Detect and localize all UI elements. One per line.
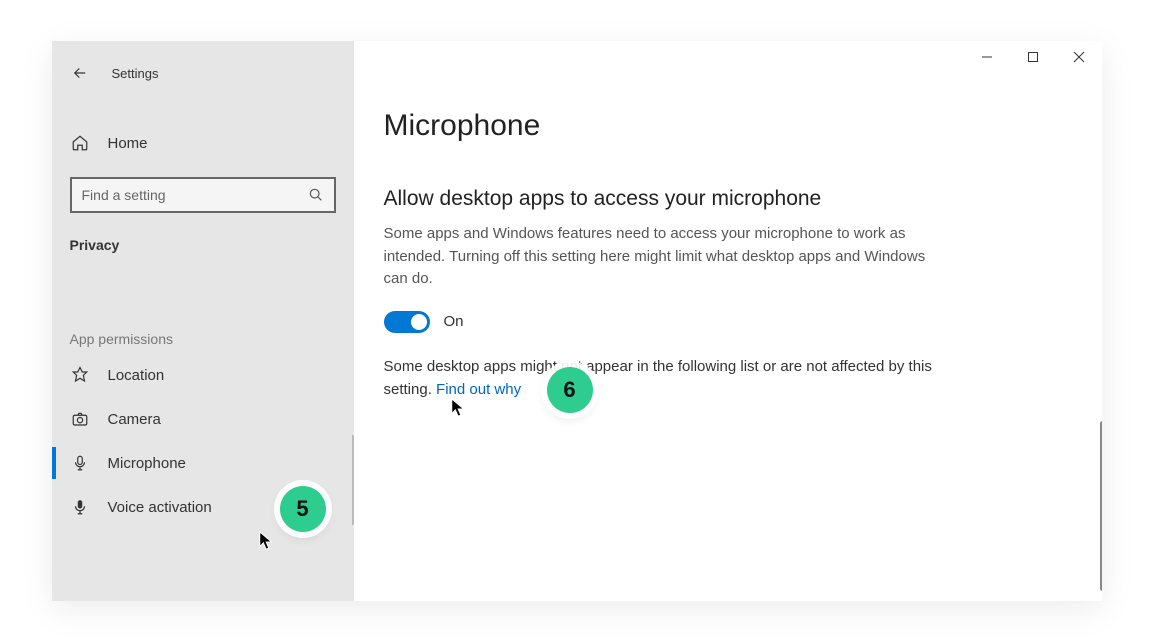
search-icon [308, 187, 324, 203]
annotation-badge-6: 6 [547, 367, 593, 413]
annotation-badge-5: 5 [280, 486, 326, 532]
home-icon [70, 133, 90, 153]
app-permissions-label: App permissions [52, 323, 354, 353]
settings-window: Settings Home Privacy App permissions [52, 41, 1102, 601]
find-out-why-link[interactable]: Find out why [436, 381, 521, 398]
main-content: Microphone Allow desktop apps to access … [354, 41, 1102, 601]
content-scrollbar[interactable] [1100, 421, 1102, 591]
camera-icon [70, 409, 90, 429]
page-title: Microphone [384, 109, 1072, 143]
search-input[interactable] [70, 177, 336, 213]
search-wrap [52, 163, 354, 229]
privacy-section-label: Privacy [52, 229, 354, 265]
maximize-button[interactable] [1010, 41, 1056, 73]
close-button[interactable] [1056, 41, 1102, 73]
location-icon [70, 365, 90, 385]
minimize-button[interactable] [964, 41, 1010, 73]
toggle-label: On [444, 313, 464, 330]
sidebar-header: Settings [52, 53, 354, 99]
voice-activation-icon [70, 497, 90, 517]
desktop-apps-mic-toggle[interactable] [384, 311, 430, 333]
sidebar-item-location[interactable]: Location [52, 353, 354, 397]
sidebar-item-camera[interactable]: Camera [52, 397, 354, 441]
window-controls [964, 41, 1102, 73]
sidebar-home[interactable]: Home [52, 123, 354, 163]
window-title: Settings [112, 66, 159, 81]
search-field[interactable] [82, 187, 308, 203]
section-heading: Allow desktop apps to access your microp… [384, 187, 1072, 211]
toggle-row: On [384, 311, 1072, 333]
section-description: Some apps and Windows features need to a… [384, 223, 944, 291]
sidebar-item-label: Microphone [108, 455, 186, 472]
sidebar-item-label: Location [108, 367, 165, 384]
sidebar-item-label: Voice activation [108, 499, 212, 516]
sidebar-item-microphone[interactable]: Microphone [52, 441, 354, 485]
home-label: Home [108, 135, 148, 152]
back-arrow-icon[interactable] [70, 63, 90, 83]
footnote: Some desktop apps might not appear in th… [384, 355, 944, 402]
microphone-icon [70, 453, 90, 473]
sidebar-item-label: Camera [108, 411, 161, 428]
